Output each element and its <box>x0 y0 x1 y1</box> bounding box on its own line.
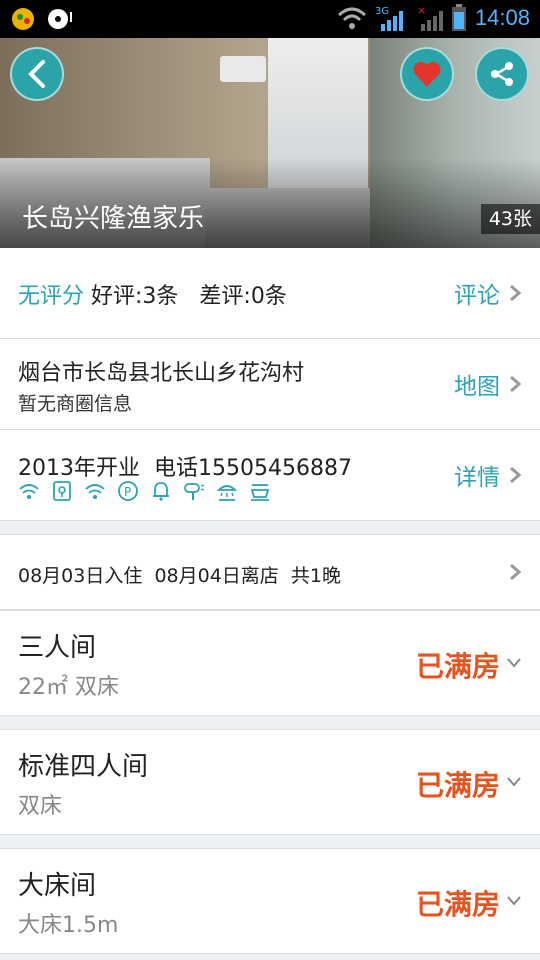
hotel-info-row[interactable]: 2013年开业 电话15505456887 P 详情 <box>0 430 540 521</box>
bad-reviews: 差评:0条 <box>199 284 287 309</box>
wifi-icon <box>19 484 39 499</box>
room-desc: 大床1.5m <box>18 913 119 938</box>
room-status: 已满房 <box>415 769 500 802</box>
checkin-date: 08月03日入住 <box>18 565 143 587</box>
phone-number: 电话15505456887 <box>154 456 352 481</box>
room-name: 大床间 <box>18 871 97 901</box>
bathtub-icon <box>250 484 270 501</box>
address-row[interactable]: 烟台市长岛县北长山乡花沟村 暂无商圈信息 地图 <box>0 339 540 430</box>
room-desc: 双床 <box>18 794 63 819</box>
room-desc: 22㎡ 双床 <box>18 675 119 700</box>
chevron-right-icon <box>510 466 522 484</box>
parking-icon: P <box>118 481 138 501</box>
clock: 14:08 <box>474 5 530 30</box>
battery-icon <box>451 4 466 31</box>
business-area-text: 暂无商圈信息 <box>18 393 133 415</box>
arrow-left-icon <box>28 60 45 88</box>
cell-signal-3g-icon: 3G <box>375 6 403 31</box>
photo-count-badge[interactable]: 43张 <box>480 204 540 234</box>
svg-text:P: P <box>124 485 131 499</box>
room-status: 已满房 <box>415 888 500 921</box>
status-bar: 3G × 14:08 <box>0 0 540 38</box>
photo-air-conditioner <box>220 56 266 82</box>
no-signal-icon: × <box>417 4 443 31</box>
chevron-down-icon <box>507 777 521 787</box>
map-link[interactable]: 地图 <box>454 367 522 401</box>
hotel-name: 长岛兴隆渔家乐 <box>22 204 205 234</box>
good-reviews: 好评:3条 <box>91 284 179 309</box>
stay-dates-row[interactable]: 08月03日入住 08月04日离店 共1晚 <box>0 534 540 610</box>
room-name: 标准四人间 <box>18 752 149 782</box>
no-score-label: 无评分 <box>18 284 85 309</box>
back-button[interactable] <box>10 47 64 101</box>
wifi-signal-icon <box>337 7 366 29</box>
chevron-right-icon <box>510 375 522 393</box>
room-name: 三人间 <box>18 633 97 663</box>
details-link[interactable]: 详情 <box>454 458 522 492</box>
checkout-date: 08月04日离店 <box>154 565 279 587</box>
share-icon <box>491 62 513 86</box>
opening-year: 2013年开业 <box>18 456 140 481</box>
hotel-photo-banner[interactable]: 长岛兴隆渔家乐 43张 <box>0 38 540 248</box>
safe-icon <box>53 481 71 501</box>
rating-summary: 无评分 好评:3条 差评:0条 <box>18 278 287 310</box>
map-link-label: 地图 <box>454 374 500 400</box>
favorite-button[interactable] <box>400 47 454 101</box>
room-item[interactable]: 标准四人间 双床 已满房 <box>0 729 540 835</box>
media-notification-icon <box>48 9 72 29</box>
rating-row[interactable]: 无评分 好评:3条 差评:0条 评论 <box>0 248 540 339</box>
reviews-link[interactable]: 评论 <box>454 276 522 310</box>
wifi-icon <box>85 484 105 499</box>
reviews-link-label: 评论 <box>454 283 500 309</box>
bell-icon <box>153 482 169 501</box>
chevron-right-icon <box>510 563 522 581</box>
shower-icon <box>216 485 238 501</box>
chevron-right-icon <box>510 284 522 302</box>
chevron-down-icon <box>507 658 521 668</box>
nights-count: 共1晚 <box>290 565 341 587</box>
stay-dates-text: 08月03日入住 08月04日离店 共1晚 <box>18 561 341 588</box>
chevron-down-icon <box>507 896 521 906</box>
app-notification-icon <box>12 8 34 30</box>
change-dates-link[interactable] <box>508 563 522 581</box>
svg-text:×: × <box>417 4 426 17</box>
room-status: 已满房 <box>415 650 500 683</box>
share-button[interactable] <box>475 47 529 101</box>
hotel-info-text: 2013年开业 电话15505456887 <box>18 450 352 482</box>
room-item[interactable]: 三人间 22㎡ 双床 已满房 <box>0 610 540 716</box>
address-text: 烟台市长岛县北长山乡花沟村 <box>18 361 305 386</box>
room-item[interactable]: 大床间 大床1.5m 已满房 <box>0 848 540 954</box>
heart-icon <box>413 62 441 87</box>
hairdryer-icon <box>184 483 205 500</box>
svg-text:3G: 3G <box>375 6 389 17</box>
details-link-label: 详情 <box>454 465 500 491</box>
amenities-list: P <box>18 480 271 502</box>
